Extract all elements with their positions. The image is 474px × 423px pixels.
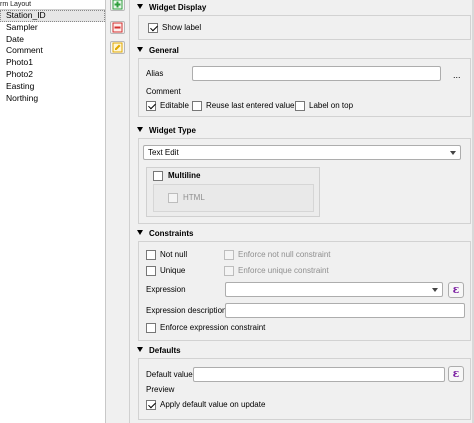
expression-description-input[interactable] [225, 303, 465, 318]
collapse-arrow-icon [137, 4, 143, 9]
tree-header: rm Layout [0, 0, 105, 10]
list-item[interactable]: Date [0, 34, 105, 46]
text-edit-config: Multiline HTML [146, 167, 320, 217]
default-expression-button[interactable]: ε [448, 366, 464, 382]
edit-icon [112, 42, 123, 53]
not-null-label: Not null [160, 250, 188, 259]
apply-on-update-checkbox[interactable] [146, 400, 156, 410]
list-item[interactable]: Sampler [0, 22, 105, 34]
list-item[interactable]: Station_ID [0, 10, 105, 22]
comment-label: Comment [146, 87, 181, 96]
enforce-not-null-checkbox[interactable] [224, 250, 234, 260]
show-label-checkbox[interactable] [148, 23, 158, 33]
default-value-label: Default value [146, 370, 193, 379]
reuse-last-value-checkbox[interactable] [192, 101, 202, 111]
general-header[interactable]: General [137, 45, 179, 57]
alias-menu-button[interactable]: ... [453, 71, 461, 80]
label-on-top-label: Label on top [309, 101, 354, 110]
enforce-expression-checkbox[interactable] [146, 323, 156, 333]
add-icon [112, 0, 123, 10]
apply-on-update-label: Apply default value on update [160, 400, 266, 409]
list-item[interactable]: Photo2 [0, 69, 105, 81]
collapse-arrow-icon [137, 47, 143, 52]
multiline-label: Multiline [168, 171, 201, 180]
enforce-expression-label: Enforce expression constraint [160, 323, 266, 332]
html-label: HTML [183, 193, 205, 202]
form-layout-tree[interactable]: rm Layout Station_ID Sampler Date Commen… [0, 0, 106, 423]
show-label-label: Show label [162, 23, 202, 32]
collapse-arrow-icon [137, 347, 143, 352]
not-null-checkbox[interactable] [146, 250, 156, 260]
unique-label: Unique [160, 266, 186, 275]
general-group: Alias ... Comment Editable Reuse last en… [138, 58, 471, 117]
collapse-arrow-icon [137, 230, 143, 235]
list-item[interactable]: Northing [0, 93, 105, 105]
collapse-arrow-icon [137, 127, 143, 132]
expression-builder-button[interactable]: ε [448, 282, 464, 298]
expression-input[interactable] [225, 282, 443, 297]
defaults-header[interactable]: Defaults [137, 345, 181, 357]
list-item[interactable]: Comment [0, 45, 105, 57]
html-checkbox[interactable] [168, 193, 178, 203]
enforce-not-null-label: Enforce not null constraint [238, 250, 331, 259]
constraints-group: Not null Enforce not null constraint Uni… [138, 241, 471, 341]
chevron-down-icon [432, 288, 438, 292]
widget-display-header[interactable]: Widget Display [137, 2, 206, 14]
remove-icon [112, 22, 123, 33]
field-properties-panel: Widget Display Show label General Alias … [131, 0, 474, 423]
expression-description-label: Expression description [146, 306, 227, 315]
reuse-last-value-label: Reuse last entered value [206, 101, 295, 110]
preview-label: Preview [146, 385, 175, 394]
alias-label: Alias [146, 69, 164, 78]
widget-type-group: Text Edit Multiline HTML [138, 138, 471, 224]
html-option-frame: HTML [153, 184, 314, 212]
widget-type-header[interactable]: Widget Type [137, 125, 196, 137]
widget-type-select[interactable]: Text Edit [143, 145, 461, 160]
editable-checkbox[interactable] [146, 101, 156, 111]
constraints-header[interactable]: Constraints [137, 228, 193, 240]
list-item[interactable]: Photo1 [0, 57, 105, 69]
expression-label: Expression [146, 285, 186, 294]
add-button[interactable] [110, 0, 125, 11]
defaults-group: Default value ε Preview Apply default va… [138, 358, 471, 420]
field-list[interactable]: Station_ID Sampler Date Comment Photo1 P… [0, 10, 105, 104]
default-value-input[interactable] [193, 367, 445, 382]
edit-button[interactable] [110, 41, 125, 54]
unique-checkbox[interactable] [146, 266, 156, 276]
alias-input[interactable] [192, 66, 441, 81]
list-item[interactable]: Easting [0, 81, 105, 93]
chevron-down-icon [450, 151, 456, 155]
editable-label: Editable [160, 101, 189, 110]
enforce-unique-checkbox[interactable] [224, 266, 234, 276]
tree-toolbar [106, 0, 130, 423]
label-on-top-checkbox[interactable] [295, 101, 305, 111]
multiline-checkbox[interactable] [153, 171, 163, 181]
enforce-unique-label: Enforce unique constraint [238, 266, 329, 275]
widget-display-group: Show label [138, 15, 471, 40]
remove-button[interactable] [110, 21, 125, 34]
